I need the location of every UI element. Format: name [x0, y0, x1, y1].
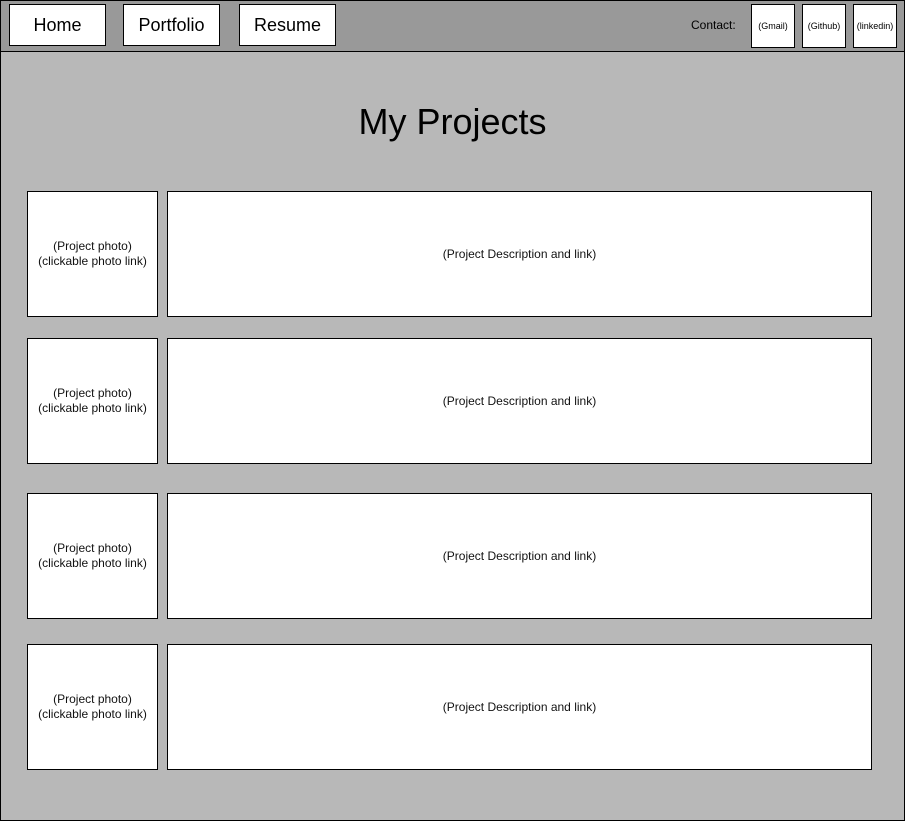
project-row: (Project photo) (clickable photo link) (…: [27, 644, 872, 770]
project-photo-link[interactable]: (Project photo) (clickable photo link): [27, 644, 158, 770]
project-description-link[interactable]: (Project Description and link): [167, 493, 872, 619]
project-description-text: (Project Description and link): [442, 247, 597, 261]
gmail-button[interactable]: (Gmail): [751, 4, 795, 48]
project-photo-sublabel: (clickable photo link): [38, 556, 147, 570]
project-description-link[interactable]: (Project Description and link): [167, 644, 872, 770]
project-description-link[interactable]: (Project Description and link): [167, 191, 872, 317]
project-photo-sublabel: (clickable photo link): [38, 707, 147, 721]
project-photo-sublabel: (clickable photo link): [38, 254, 147, 268]
top-nav-bar: Home Portfolio Resume Contact: (Gmail) (…: [1, 1, 904, 52]
project-photo-label: (Project photo): [53, 386, 132, 400]
project-photo-label: (Project photo): [53, 692, 132, 706]
home-button[interactable]: Home: [9, 4, 106, 46]
project-photo-label: (Project photo): [53, 541, 132, 555]
page-title: My Projects: [358, 101, 547, 142]
project-photo-sublabel: (clickable photo link): [38, 401, 147, 415]
portfolio-button[interactable]: Portfolio: [123, 4, 220, 46]
project-row: (Project photo) (clickable photo link) (…: [27, 191, 872, 317]
github-button[interactable]: (Github): [802, 4, 846, 48]
contact-label: Contact:: [691, 18, 736, 32]
project-row: (Project photo) (clickable photo link) (…: [27, 338, 872, 464]
resume-button[interactable]: Resume: [239, 4, 336, 46]
project-description-text: (Project Description and link): [442, 549, 597, 563]
project-photo-link[interactable]: (Project photo) (clickable photo link): [27, 191, 158, 317]
project-description-text: (Project Description and link): [442, 394, 597, 408]
linkedin-button[interactable]: (linkedin): [853, 4, 897, 48]
project-photo-label: (Project photo): [53, 239, 132, 253]
page-frame: Home Portfolio Resume Contact: (Gmail) (…: [0, 0, 905, 821]
project-photo-link[interactable]: (Project photo) (clickable photo link): [27, 493, 158, 619]
project-photo-link[interactable]: (Project photo) (clickable photo link): [27, 338, 158, 464]
project-description-link[interactable]: (Project Description and link): [167, 338, 872, 464]
project-row: (Project photo) (clickable photo link) (…: [27, 493, 872, 619]
project-description-text: (Project Description and link): [442, 700, 597, 714]
